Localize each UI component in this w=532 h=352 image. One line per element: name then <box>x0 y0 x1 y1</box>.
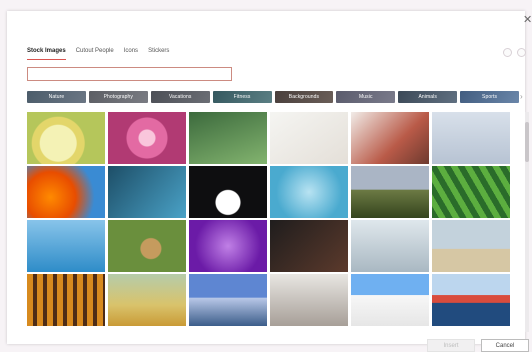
category-sports[interactable]: Sports <box>460 91 519 103</box>
image-tile-blue-machine[interactable] <box>108 166 186 218</box>
image-tile-pink-flower[interactable] <box>108 112 186 164</box>
image-tile-white-figure-dark[interactable] <box>189 166 267 218</box>
image-tile-red-food-table[interactable] <box>351 112 429 164</box>
settings-icon[interactable] <box>517 48 526 57</box>
tab-cutout-people[interactable]: Cutout People <box>76 48 114 60</box>
image-tile-golden-gate[interactable] <box>432 274 510 326</box>
image-tile-purple-bokeh[interactable] <box>189 220 267 272</box>
image-tile-orange-spiral[interactable] <box>27 166 105 218</box>
image-tile-cat-in-grass[interactable] <box>108 220 186 272</box>
image-tile-gloved-hand-plant[interactable] <box>189 112 267 164</box>
header-actions <box>503 48 526 57</box>
stock-images-dialog: ✕ Stock Images Cutout People Icons Stick… <box>7 11 532 352</box>
category-nature[interactable]: Nature <box>27 91 86 103</box>
search-input[interactable] <box>27 67 232 81</box>
image-tile-people-meeting[interactable] <box>351 220 429 272</box>
image-tile-building-grid[interactable] <box>27 274 105 326</box>
category-vacations[interactable]: Vacations <box>150 91 210 103</box>
cancel-button[interactable]: Cancel <box>481 339 529 352</box>
image-tile-green-peas[interactable] <box>432 166 510 218</box>
tab-bar: Stock Images Cutout People Icons Sticker… <box>27 48 169 60</box>
category-photography[interactable]: Photography <box>88 91 148 103</box>
image-tile-hands-on-desk[interactable] <box>270 112 348 164</box>
image-tile-woman-field[interactable] <box>108 274 186 326</box>
image-tile-beach-walk[interactable] <box>432 220 510 272</box>
image-grid-viewport <box>27 112 523 332</box>
image-tile-lemon-slice[interactable] <box>27 112 105 164</box>
category-backgrounds[interactable]: Backgrounds <box>274 91 334 103</box>
tab-stock-images[interactable]: Stock Images <box>27 48 66 60</box>
image-tile-dove-in-flight[interactable] <box>432 112 510 164</box>
category-fitness[interactable]: Fitness <box>212 91 272 103</box>
tab-icons[interactable]: Icons <box>124 48 138 60</box>
image-tile-ocean-horizon[interactable] <box>27 220 105 272</box>
help-icon[interactable] <box>503 48 512 57</box>
close-icon[interactable]: ✕ <box>523 15 532 26</box>
grid-scrollbar[interactable] <box>525 112 529 332</box>
image-grid <box>27 112 523 326</box>
chevron-right-icon[interactable]: › <box>520 92 523 101</box>
category-animals[interactable]: Animals <box>398 91 458 103</box>
image-tile-blue-molecules[interactable] <box>270 166 348 218</box>
insert-button[interactable]: Insert <box>427 339 475 352</box>
image-tile-valley-landscape[interactable] <box>351 166 429 218</box>
image-tile-sailboat[interactable] <box>189 274 267 326</box>
tab-stickers[interactable]: Stickers <box>148 48 169 60</box>
category-bar: Nature Photography Vacations Fitness Bac… <box>27 91 519 103</box>
image-tile-hands-holding[interactable] <box>270 220 348 272</box>
category-music[interactable]: Music <box>336 91 396 103</box>
scrollbar-thumb[interactable] <box>525 122 529 162</box>
image-tile-clouds-sky[interactable] <box>351 274 429 326</box>
image-tile-laptop-workspace[interactable] <box>270 274 348 326</box>
